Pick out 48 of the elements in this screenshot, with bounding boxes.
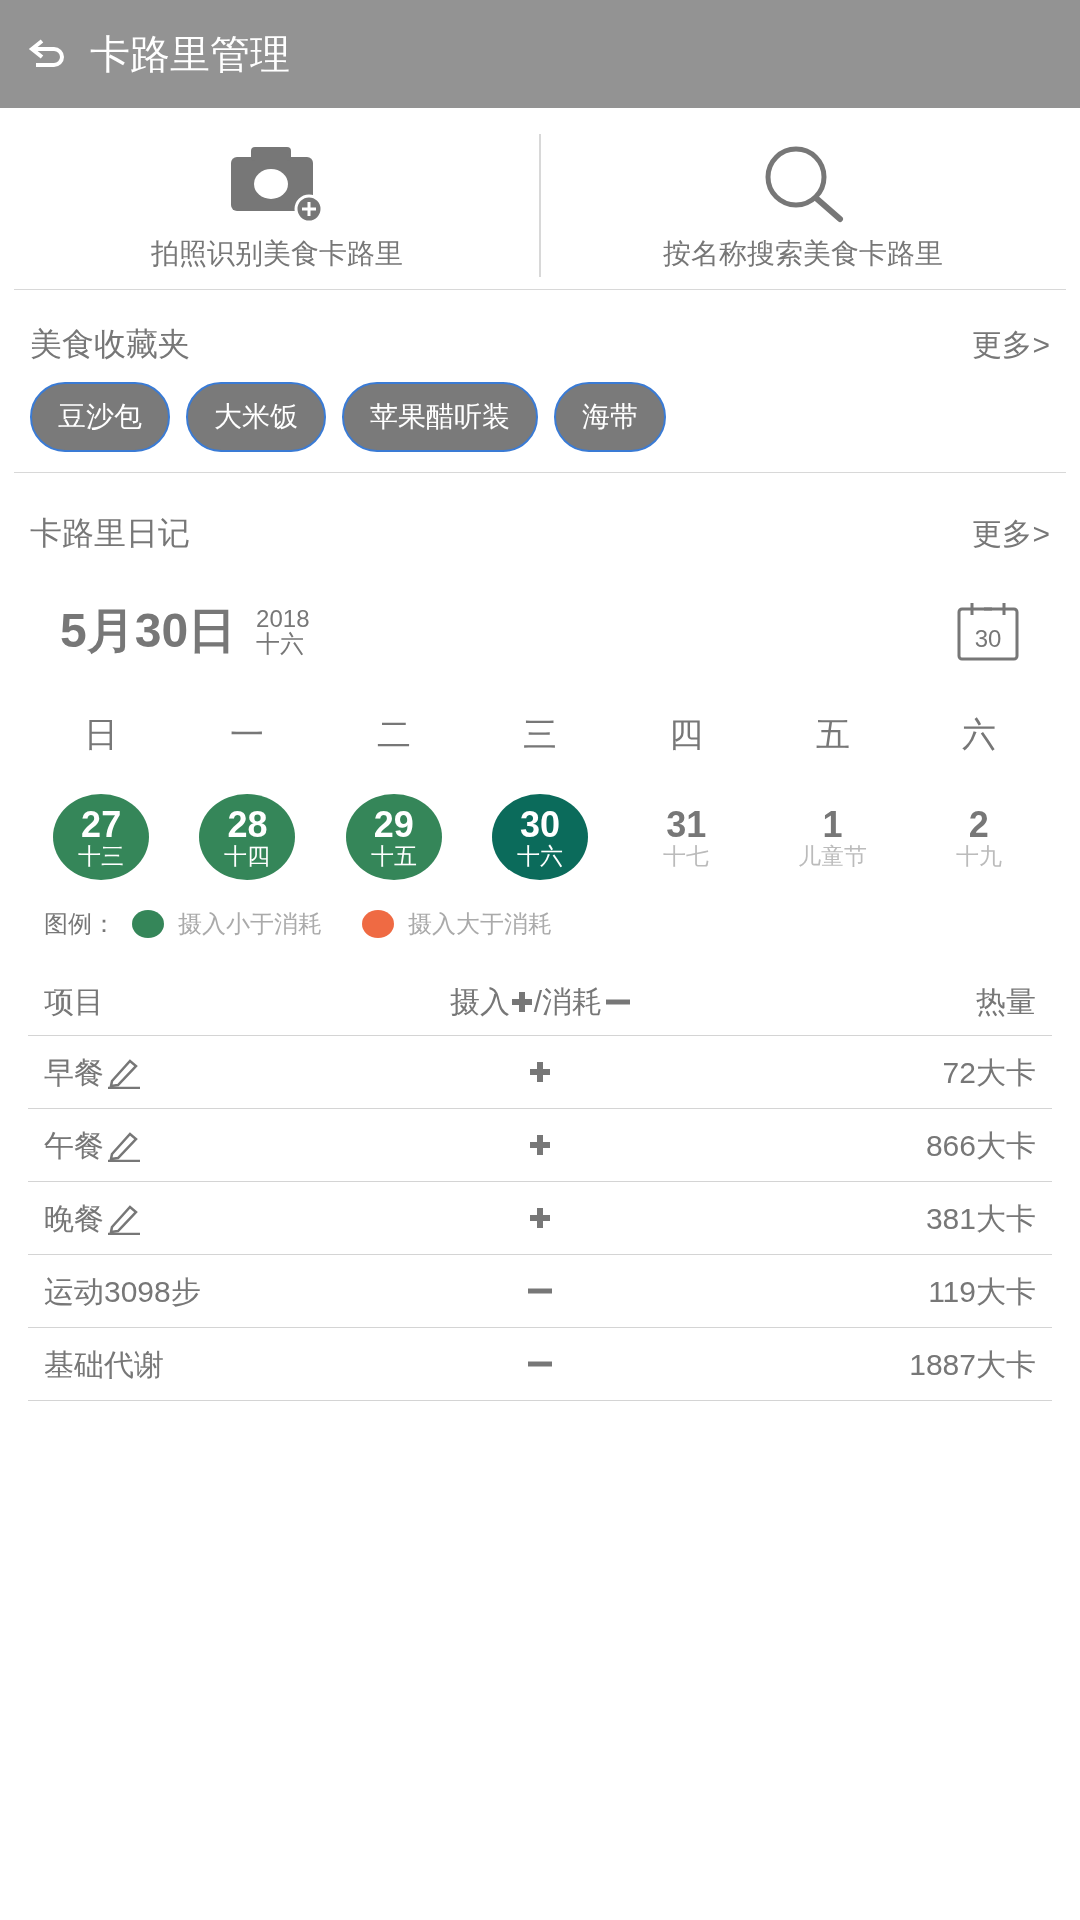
legend-text: 摄入小于消耗 <box>178 909 322 939</box>
weekday-label: 三 <box>522 714 558 755</box>
legend-text: 摄入大于消耗 <box>408 909 552 939</box>
food-chip[interactable]: 苹果醋听装 <box>342 382 538 452</box>
calendar-day[interactable]: 2 十九 <box>930 794 1027 880</box>
calendar-day[interactable]: 31 十七 <box>638 794 735 880</box>
weekday-label: 五 <box>814 714 851 755</box>
table-cell-text: 早餐 <box>44 1054 104 1091</box>
column-header: 项目 <box>44 984 105 1020</box>
lunar-date: 十六 <box>256 631 306 657</box>
photo-recognize-button[interactable]: 拍照识别美食卡路里 <box>14 108 540 289</box>
page-title: 卡路里管理 <box>90 31 290 78</box>
more-link[interactable]: 更多> <box>972 510 1050 556</box>
column-header: 热量 <box>975 984 1036 1020</box>
minus-icon <box>606 998 631 1005</box>
search-food-button[interactable]: 按名称搜索美食卡路里 <box>540 108 1066 289</box>
column-header: /消耗 <box>533 984 603 1020</box>
weekday-label: 二 <box>375 714 412 755</box>
table-cell-text: 基础代谢 <box>44 1346 164 1383</box>
food-chip[interactable]: 豆沙包 <box>30 382 170 452</box>
year-label: 2018 <box>256 605 310 631</box>
table-cell-text: 午餐 <box>44 1127 104 1164</box>
calendar-day[interactable]: 29 十五 <box>345 794 442 880</box>
food-chip[interactable]: 海带 <box>554 382 666 452</box>
table-cell-text: 运动3098步 <box>44 1273 201 1310</box>
weekday-label: 六 <box>960 714 997 755</box>
weekday-label: 四 <box>668 714 705 755</box>
calendar-day[interactable]: 30 十六 <box>492 794 588 880</box>
table-cell-text: 晚餐 <box>44 1200 104 1237</box>
legend-label: 图例： <box>44 909 116 939</box>
weekday-label: 日 <box>83 714 120 755</box>
camera-add-icon <box>230 145 323 223</box>
calendar-day[interactable]: 27 十三 <box>53 794 150 880</box>
selected-date: 5月30日 <box>60 603 237 659</box>
more-link[interactable]: 更多> <box>972 321 1050 367</box>
weekday-label: 一 <box>229 714 266 755</box>
section-title: 卡路里日记 <box>30 514 190 553</box>
section-title: 美食收藏夹 <box>30 325 190 364</box>
plus-icon <box>509 989 534 1014</box>
table-cell-text: 381大卡 <box>924 1200 1036 1237</box>
table-cell-text: 1887大卡 <box>908 1346 1036 1383</box>
table-cell-text: 119大卡 <box>927 1273 1036 1310</box>
calendar-day[interactable]: 1 儿童节 <box>784 794 881 880</box>
food-chip[interactable]: 大米饭 <box>186 382 326 452</box>
table-cell-text: 72大卡 <box>941 1054 1036 1091</box>
calendar-day[interactable]: 28 十四 <box>199 794 296 880</box>
column-header: 摄入 <box>449 984 510 1020</box>
table-cell-text: 866大卡 <box>924 1127 1036 1164</box>
